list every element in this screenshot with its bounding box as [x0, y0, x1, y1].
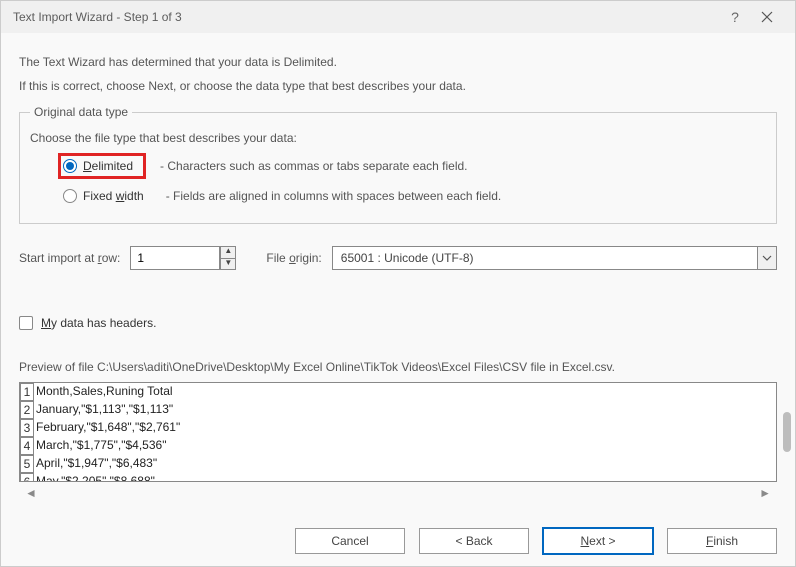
radio-delimited-label[interactable]: Delimited	[83, 159, 133, 173]
preview-line: 2January,"$1,113","$1,113"	[20, 401, 776, 419]
start-row-input[interactable]	[130, 246, 220, 270]
preview-label: Preview of file C:\Users\aditi\OneDrive\…	[19, 360, 777, 374]
original-data-type-legend: Original data type	[30, 105, 132, 119]
preview-line: 1Month,Sales,Runing Total	[20, 383, 776, 401]
intro-line-1: The Text Wizard has determined that your…	[19, 55, 777, 69]
radio-fixed-width-desc: - Fields are aligned in columns with spa…	[166, 189, 502, 203]
scroll-right-icon[interactable]: ►	[759, 486, 771, 500]
file-origin-combo[interactable]: 65001 : Unicode (UTF-8)	[332, 246, 777, 270]
finish-button[interactable]: Finish	[667, 528, 777, 554]
headers-row: My data has headers.	[19, 316, 777, 330]
preview-line: 5April,"$1,947","$6,483"	[20, 455, 776, 473]
headers-label[interactable]: My data has headers.	[41, 316, 156, 330]
radio-fixed-width[interactable]	[63, 189, 77, 203]
vertical-scroll-thumb[interactable]	[783, 412, 791, 452]
file-origin-value: 65001 : Unicode (UTF-8)	[332, 246, 757, 270]
radio-row-delimited: Delimited - Characters such as commas or…	[58, 153, 766, 179]
window-title: Text Import Wizard - Step 1 of 3	[13, 10, 719, 24]
title-bar: Text Import Wizard - Step 1 of 3 ?	[1, 1, 795, 33]
file-origin-label: File origin:	[266, 251, 321, 265]
next-button[interactable]: Next >	[543, 528, 653, 554]
import-row: Start import at row: ▲ ▼ File origin: 65…	[19, 246, 777, 270]
radio-row-fixed: Fixed width - Fields are aligned in colu…	[58, 183, 766, 209]
start-row-spin-down-icon[interactable]: ▼	[220, 258, 236, 270]
preview-line: 3February,"$1,648","$2,761"	[20, 419, 776, 437]
preview-line: 6May,"$2,205","$8,688"	[20, 473, 776, 482]
preview-line: 4March,"$1,775","$4,536"	[20, 437, 776, 455]
delimited-highlight: Delimited	[58, 153, 146, 179]
chevron-down-icon[interactable]	[757, 246, 777, 270]
cancel-button[interactable]: Cancel	[295, 528, 405, 554]
original-data-type-group: Original data type Choose the file type …	[19, 105, 777, 224]
radio-delimited[interactable]	[63, 159, 77, 173]
horizontal-scrollbar[interactable]: ◄ ►	[19, 482, 777, 500]
preview-box: 1Month,Sales,Runing Total 2January,"$1,1…	[19, 382, 777, 482]
help-icon[interactable]: ?	[719, 9, 751, 25]
back-button[interactable]: < Back	[419, 528, 529, 554]
original-data-type-prompt: Choose the file type that best describes…	[30, 131, 766, 145]
radio-fixed-width-label[interactable]: Fixed width	[83, 189, 144, 203]
radio-delimited-desc: - Characters such as commas or tabs sepa…	[160, 159, 467, 173]
dialog-buttons: Cancel < Back Next > Finish	[295, 528, 777, 554]
scroll-left-icon[interactable]: ◄	[25, 486, 37, 500]
headers-checkbox[interactable]	[19, 316, 33, 330]
start-row-spin-up-icon[interactable]: ▲	[220, 246, 236, 258]
start-row-label: Start import at row:	[19, 251, 120, 265]
intro-line-2: If this is correct, choose Next, or choo…	[19, 79, 777, 93]
close-icon[interactable]	[751, 11, 783, 23]
